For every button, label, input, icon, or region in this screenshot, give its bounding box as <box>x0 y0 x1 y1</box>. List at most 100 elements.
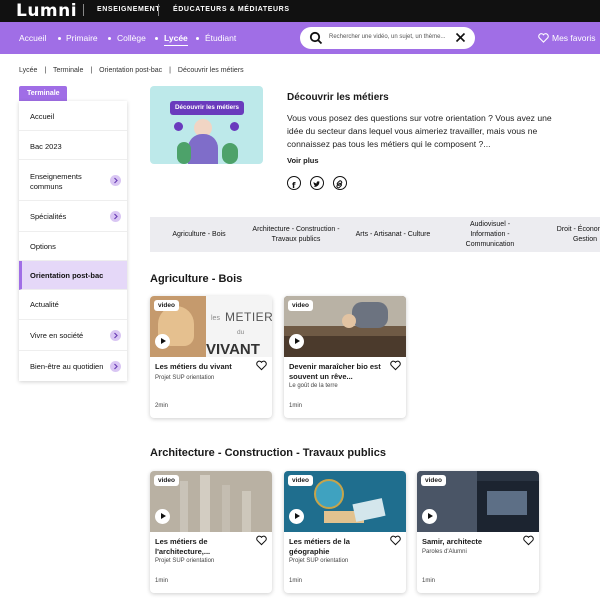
video-title[interactable]: Les métiers de l'architecture,... <box>155 537 253 556</box>
category-tabs: Agriculture - Bois Architecture - Constr… <box>150 217 600 252</box>
nav-enseignement[interactable]: ENSEIGNEMENT <box>97 6 160 13</box>
hero-image: Découvrir les métiers <box>150 86 263 164</box>
tab-audiovisuel[interactable]: Audiovisuel - Information - Communicatio… <box>455 217 525 252</box>
search-bar[interactable]: Rechercher une vidéo, un sujet, un thème… <box>300 27 475 49</box>
video-duration: 1min <box>422 578 436 584</box>
video-card[interactable]: video Les métiers de la géographie Proje… <box>284 471 406 593</box>
bubble-icon <box>230 122 239 131</box>
sidebar-item-label: Bien-être au quotidien <box>30 362 104 371</box>
heart-icon[interactable] <box>256 360 267 371</box>
video-card[interactable]: les METIERS du VIVANT video Les métiers … <box>150 296 272 418</box>
sidebar-item-accueil[interactable]: Accueil <box>19 101 127 131</box>
thumbnail-text: VIVANT <box>206 341 260 357</box>
breadcrumb-lycee[interactable]: Lycée <box>19 67 37 74</box>
heart-icon <box>538 33 549 43</box>
sidebar-item-specialites[interactable]: Spécialités <box>19 201 127 232</box>
play-icon[interactable] <box>289 334 304 349</box>
level-primaire[interactable]: Primaire <box>66 33 98 43</box>
sidebar-item-label: Actualité <box>30 300 59 309</box>
level-college[interactable]: Collège <box>117 33 146 43</box>
sidebar-item-options[interactable]: Options <box>19 232 127 261</box>
video-subtitle: Le goût de la terre <box>289 383 338 389</box>
video-title[interactable]: Les métiers de la géographie <box>289 537 387 556</box>
breadcrumb-terminale[interactable]: Terminale <box>53 67 83 74</box>
heart-icon[interactable] <box>390 535 401 546</box>
lumni-logo[interactable]: Lumni <box>16 1 77 21</box>
play-icon[interactable] <box>289 509 304 524</box>
video-subtitle: Projet SUP orientation <box>289 558 349 564</box>
heart-icon[interactable] <box>523 535 534 546</box>
sidebar-item-label: Bac 2023 <box>30 142 62 151</box>
search-input[interactable]: Rechercher une vidéo, un sujet, un thème… <box>329 34 445 40</box>
level-accueil[interactable]: Accueil <box>19 33 46 43</box>
chevron-right-icon <box>110 211 121 222</box>
facebook-icon[interactable]: f <box>287 176 301 190</box>
video-badge: video <box>154 300 179 311</box>
close-icon[interactable] <box>455 32 466 43</box>
video-duration: 1min <box>289 403 303 409</box>
level-lycee[interactable]: Lycée <box>164 33 188 46</box>
chevron-right-icon <box>110 330 121 341</box>
sidebar-item-actualite[interactable]: Actualité <box>19 290 127 320</box>
breadcrumb-current: Découvrir les métiers <box>177 67 244 74</box>
video-card[interactable]: video Samir, architecte Paroles d'Alumni… <box>417 471 539 593</box>
sidebar-item-bien-etre[interactable]: Bien-être au quotidien <box>19 351 127 381</box>
voir-plus-link[interactable]: Voir plus <box>287 156 319 165</box>
separator-dot <box>155 37 158 40</box>
tab-droit[interactable]: Droit - Économie - Gestion <box>550 217 600 252</box>
play-icon[interactable] <box>422 509 437 524</box>
thumbnail-text: METIERS <box>225 310 272 324</box>
sidebar-item-label: Vivre en société <box>30 331 84 340</box>
play-icon[interactable] <box>155 509 170 524</box>
sidebar-item-label: Accueil <box>30 112 55 121</box>
search-icon[interactable] <box>309 31 323 45</box>
page-description: Vous vous posez des questions sur votre … <box>287 113 552 149</box>
sidebar-item-enseignements-communs[interactable]: Enseignements communs <box>19 160 127 201</box>
favorites-label: Mes favoris <box>552 33 596 43</box>
top-bar: Lumni ENSEIGNEMENT ÉDUCATEURS & MÉDIATEU… <box>0 0 600 22</box>
video-duration: 1min <box>289 578 303 584</box>
sidebar-item-label: Enseignements communs <box>30 172 82 191</box>
video-badge: video <box>154 475 179 486</box>
level-etudiant[interactable]: Étudiant <box>205 33 236 43</box>
breadcrumb-orientation[interactable]: Orientation post-bac <box>99 67 162 74</box>
sidebar-item-bac-2023[interactable]: Bac 2023 <box>19 131 127 160</box>
tab-agriculture-bois[interactable]: Agriculture - Bois <box>164 217 234 252</box>
heart-icon[interactable] <box>256 535 267 546</box>
page-title: Découvrir les métiers <box>287 92 389 103</box>
breadcrumb: Lycée | Terminale | Orientation post-bac… <box>19 67 249 74</box>
plant <box>222 143 238 164</box>
separator-dot <box>196 37 199 40</box>
tab-arts[interactable]: Arts - Artisanat - Culture <box>348 217 438 252</box>
tab-architecture[interactable]: Architecture - Construction - Travaux pu… <box>250 217 342 252</box>
video-title[interactable]: Les métiers du vivant <box>155 362 253 372</box>
twitter-icon[interactable] <box>310 176 324 190</box>
video-title[interactable]: Devenir maraîcher bio est souvent un rêv… <box>289 362 387 381</box>
separator-dot <box>108 37 111 40</box>
video-title[interactable]: Samir, architecte <box>422 537 520 547</box>
nav-educateurs[interactable]: ÉDUCATEURS & MÉDIATEURS <box>173 6 290 13</box>
video-subtitle: Projet SUP orientation <box>155 375 215 381</box>
divider <box>158 4 159 16</box>
video-duration: 1min <box>155 578 169 584</box>
sidebar-item-label: Orientation post-bac <box>30 271 104 280</box>
breadcrumb-separator: | <box>169 67 171 74</box>
sidebar-tag: Terminale <box>19 86 67 101</box>
sidebar-item-label: Options <box>30 242 56 251</box>
video-subtitle: Projet SUP orientation <box>155 558 215 564</box>
bubble-icon <box>174 122 183 131</box>
section-title: Agriculture - Bois <box>150 273 243 285</box>
video-card[interactable]: video Les métiers de l'architecture,... … <box>150 471 272 593</box>
sidebar: Accueil Bac 2023 Enseignements communs S… <box>19 101 127 381</box>
chevron-right-icon <box>110 175 121 186</box>
play-icon[interactable] <box>155 334 170 349</box>
sidebar-item-vivre-en-societe[interactable]: Vivre en société <box>19 320 127 351</box>
video-badge: video <box>288 300 313 311</box>
sidebar-item-orientation-post-bac[interactable]: Orientation post-bac <box>19 261 127 290</box>
heart-icon[interactable] <box>390 360 401 371</box>
video-card[interactable]: video Devenir maraîcher bio est souvent … <box>284 296 406 418</box>
link-icon[interactable] <box>333 176 347 190</box>
video-duration: 2min <box>155 403 169 409</box>
hero-image-title: Découvrir les métiers <box>170 101 244 115</box>
svg-text:f: f <box>292 181 296 190</box>
